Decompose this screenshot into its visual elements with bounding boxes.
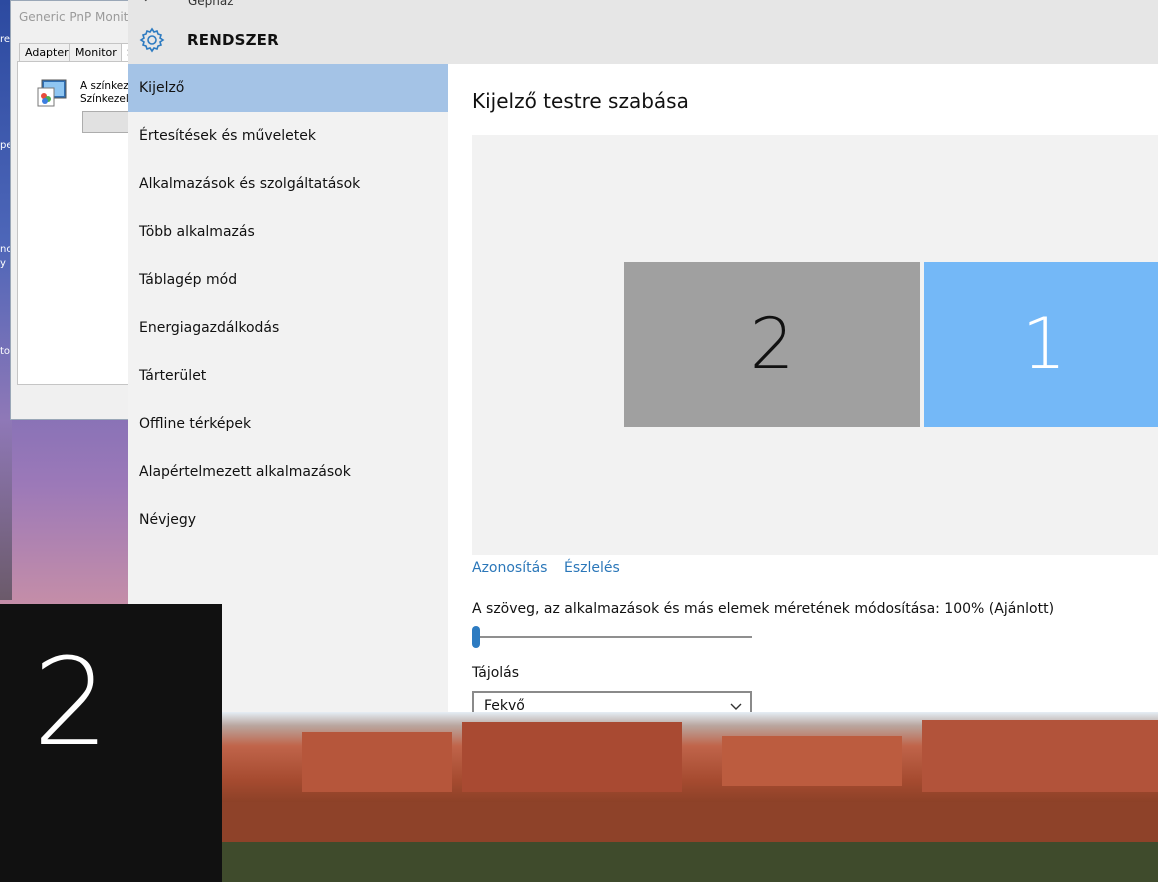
scale-label: A szöveg, az alkalmazások és más elemek …	[472, 601, 1055, 617]
desktop-icon-label: nc	[0, 244, 12, 255]
monitor-properties-dialog[interactable]: Generic PnP Monitor Adapter Monitor S A …	[10, 0, 144, 420]
description-line: Színkezelé	[80, 93, 136, 105]
canyon-wallpaper	[222, 712, 1158, 882]
gear-icon	[139, 27, 165, 53]
scale-slider-thumb[interactable]	[472, 626, 480, 648]
sidebar-item-tablet-mode[interactable]: Táblagép mód	[128, 256, 448, 304]
identify-monitor-number: 2	[32, 634, 110, 773]
monitor-tile-2[interactable]: 2	[624, 262, 920, 427]
scale-slider-track[interactable]	[472, 636, 752, 638]
identify-link[interactable]: Azonosítás	[472, 560, 547, 576]
mesa-rock	[722, 736, 902, 786]
orientation-dropdown[interactable]: Fekvő	[472, 691, 752, 712]
settings-header: ← Gépház RENDSZER	[128, 0, 1158, 64]
sidebar-item-storage[interactable]: Tárterület	[128, 352, 448, 400]
mesa-rock	[462, 722, 682, 792]
sidebar-item-display[interactable]: Kijelző	[128, 64, 448, 112]
sidebar-item-apps-features[interactable]: Alkalmazások és szolgáltatások	[128, 160, 448, 208]
color-management-icon	[37, 79, 67, 107]
chevron-down-icon	[730, 703, 742, 710]
section-title: RENDSZER	[187, 31, 279, 49]
detect-link[interactable]: Észlelés	[564, 560, 620, 576]
page-title: Kijelző testre szabása	[472, 89, 689, 113]
vegetation	[222, 842, 1158, 882]
desktop-icon-label: y	[0, 258, 6, 269]
monitor-arrangement-area: 2 1	[472, 135, 1158, 555]
orientation-label: Tájolás	[472, 665, 520, 681]
mesa-rock	[302, 732, 452, 792]
monitor-tile-1[interactable]: 1	[924, 262, 1158, 427]
desktop-icon-label: re	[0, 34, 11, 45]
sidebar-item-notifications[interactable]: Értesítések és műveletek	[128, 112, 448, 160]
sidebar-item-offline-maps[interactable]: Offline térképek	[128, 400, 448, 448]
dialog-title: Generic PnP Monitor	[19, 10, 141, 24]
sidebar-item-power[interactable]: Energiagazdálkodás	[128, 304, 448, 352]
canyon-floor	[222, 802, 1158, 842]
breadcrumb: Gépház	[188, 0, 234, 8]
desktop-icon-label: to	[0, 346, 11, 357]
sidebar-item-about[interactable]: Névjegy	[128, 496, 448, 544]
sidebar-item-multitasking[interactable]: Több alkalmazás	[128, 208, 448, 256]
settings-window: ← Gépház RENDSZER Kijelző Értesítések és…	[128, 0, 1158, 712]
back-arrow-icon[interactable]: ←	[142, 0, 162, 8]
tab-adapter[interactable]: Adapter	[19, 43, 75, 62]
dialog-panel: A színkeze Színkezelé	[17, 61, 144, 385]
desktop-icon-label: pe	[0, 140, 13, 151]
orientation-selected-value: Fekvő	[484, 698, 525, 712]
mesa-rock	[922, 720, 1158, 792]
display-settings-content: Kijelző testre szabása 2 1 Azonosítás És…	[448, 64, 1158, 712]
sidebar-item-default-apps[interactable]: Alapértelmezett alkalmazások	[128, 448, 448, 496]
tab-monitor[interactable]: Monitor	[69, 43, 123, 62]
dialog-description: A színkeze Színkezelé	[80, 80, 135, 106]
description-line: A színkeze	[80, 80, 136, 92]
identify-monitor-overlay: 2	[0, 604, 222, 882]
